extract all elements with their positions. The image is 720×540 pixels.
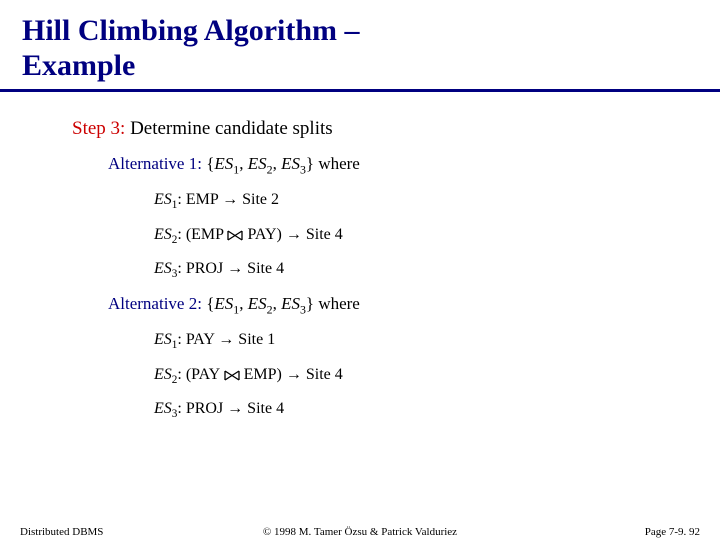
join-icon: [224, 370, 240, 381]
alt1-es2: ES: [248, 154, 267, 173]
a2i2-es: ES: [154, 366, 172, 383]
alt1-es3: ES: [281, 154, 300, 173]
step-label: Step 3:: [72, 118, 125, 139]
alt1-comma2: ,: [273, 154, 282, 173]
join-icon: [227, 230, 243, 241]
alt2-es3: ES: [281, 294, 300, 313]
a2i3-body: : PROJ → Site 4: [177, 400, 284, 417]
step-line: Step 3: Determine candidate splits: [72, 118, 720, 140]
a2i1-es: ES: [154, 331, 172, 348]
alt2-es2: ES: [248, 294, 267, 313]
slide-title: Hill Climbing Algorithm – Example: [0, 0, 720, 83]
a2i2-pre: : (PAY: [177, 366, 223, 383]
alt1-label: Alternative 1:: [108, 154, 202, 173]
step-text: Determine candidate splits: [125, 118, 332, 139]
title-line-1: Hill Climbing Algorithm –: [22, 14, 360, 47]
alt2-open: {: [202, 294, 214, 313]
alt2-label: Alternative 2:: [108, 294, 202, 313]
alt1-open: {: [202, 154, 214, 173]
alt2-close: } where: [306, 294, 360, 313]
alt2-item2: ES2: (PAY EMP) → Site 4: [72, 366, 720, 386]
a1i1-es: ES: [154, 191, 172, 208]
a2i1-body: : PAY → Site 1: [177, 331, 275, 348]
alt1-item2: ES2: (EMP PAY) → Site 4: [72, 226, 720, 246]
alt2-es1: ES: [214, 294, 233, 313]
a1i2-pre: : (EMP: [177, 226, 227, 243]
slide-body: Step 3: Determine candidate splits Alter…: [0, 92, 720, 420]
alt2-item3: ES3: PROJ → Site 4: [72, 400, 720, 420]
slide: Hill Climbing Algorithm – Example Step 3…: [0, 0, 720, 540]
alternative-1: Alternative 1: {ES1, ES2, ES3} where: [72, 154, 720, 177]
alt2-comma2: ,: [273, 294, 282, 313]
a1i3-es: ES: [154, 260, 172, 277]
alt1-es1: ES: [214, 154, 233, 173]
title-line-2: Example: [22, 49, 135, 82]
a1i2-post: PAY) → Site 4: [243, 226, 342, 243]
a2i3-es: ES: [154, 400, 172, 417]
a2i2-post: EMP) → Site 4: [240, 366, 343, 383]
alt1-comma1: ,: [239, 154, 248, 173]
alt2-comma1: ,: [239, 294, 248, 313]
alt1-item1: ES1: EMP → Site 2: [72, 191, 720, 211]
alt1-item3: ES3: PROJ → Site 4: [72, 260, 720, 280]
alternative-2: Alternative 2: {ES1, ES2, ES3} where: [72, 294, 720, 317]
alt2-item1: ES1: PAY → Site 1: [72, 331, 720, 351]
a1i3-body: : PROJ → Site 4: [177, 260, 284, 277]
alt1-close: } where: [306, 154, 360, 173]
footer-center: © 1998 M. Tamer Özsu & Patrick Valduriez: [0, 526, 720, 538]
a1i1-body: : EMP → Site 2: [177, 191, 279, 208]
footer-right: Page 7-9. 92: [645, 526, 700, 538]
a1i2-es: ES: [154, 226, 172, 243]
